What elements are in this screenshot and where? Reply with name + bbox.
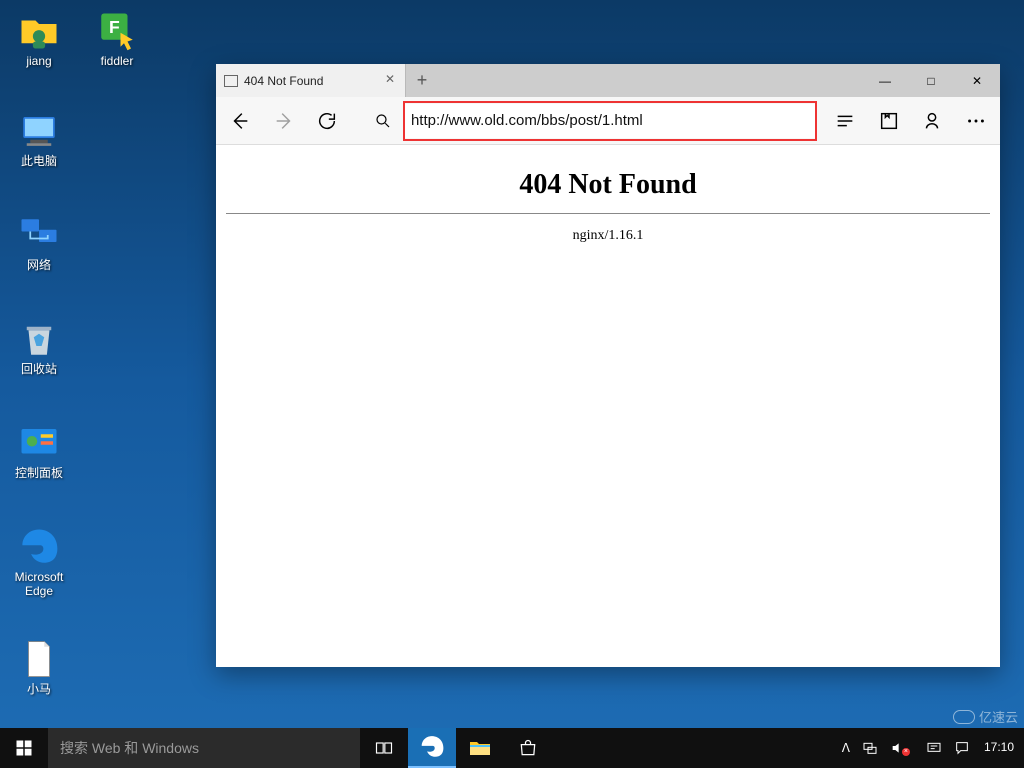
- pc-icon: [18, 110, 60, 152]
- desktop-icon-fiddler[interactable]: F fiddler: [78, 10, 156, 68]
- desktop-icon-this-pc[interactable]: 此电脑: [0, 110, 78, 168]
- desktop-icon-label: 小马: [27, 682, 51, 696]
- forward-button[interactable]: [264, 101, 304, 141]
- page-content: 404 Not Found nginx/1.16.1: [216, 145, 1000, 244]
- tab-bar: 404 Not Found ✕ + — □ ✕: [216, 64, 1000, 97]
- tab-close-button[interactable]: ✕: [383, 73, 397, 87]
- close-button[interactable]: ✕: [954, 64, 1000, 97]
- desktop-icon-label: 此电脑: [21, 154, 57, 168]
- taskbar-search[interactable]: 搜索 Web 和 Windows: [48, 728, 360, 768]
- desktop-icon-label: Microsoft Edge: [15, 570, 64, 599]
- share-button[interactable]: [912, 101, 952, 141]
- control-panel-icon: [18, 422, 60, 464]
- tab-title: 404 Not Found: [244, 74, 323, 88]
- back-button[interactable]: [220, 101, 260, 141]
- reading-list-button[interactable]: [825, 101, 865, 141]
- system-tray: ᐱ × 17:10: [836, 728, 1024, 768]
- svg-text:F: F: [109, 17, 120, 37]
- taskbar: 搜索 Web 和 Windows ᐱ × 17:10: [0, 728, 1024, 768]
- edge-icon: [18, 526, 60, 568]
- network-icon: [18, 214, 60, 256]
- refresh-button[interactable]: [308, 101, 348, 141]
- tray-chevron[interactable]: ᐱ: [836, 728, 856, 768]
- tray-ime-icon[interactable]: [920, 728, 948, 768]
- watermark-text: 亿速云: [979, 707, 1018, 726]
- start-button[interactable]: [0, 728, 48, 768]
- address-bar-highlight: [403, 101, 817, 141]
- toolbar: [216, 97, 1000, 145]
- divider: [226, 213, 990, 214]
- desktop-icon-jiang[interactable]: jiang: [0, 10, 78, 68]
- desktop-icon-control-panel[interactable]: 控制面板: [0, 422, 78, 480]
- taskbar-clock[interactable]: 17:10: [976, 741, 1022, 754]
- desktop-icon-file[interactable]: 小马: [0, 638, 78, 696]
- server-line: nginx/1.16.1: [216, 228, 1000, 244]
- desktop-icon-recycle[interactable]: 回收站: [0, 318, 78, 376]
- user-folder-icon: [18, 10, 60, 52]
- new-tab-button[interactable]: +: [406, 64, 438, 97]
- tray-notifications-icon[interactable]: [948, 728, 976, 768]
- recycle-icon: [18, 318, 60, 360]
- search-placeholder: 搜索 Web 和 Windows: [60, 738, 199, 758]
- watermark: 亿速云: [953, 707, 1018, 726]
- desktop-icon-label: 控制面板: [15, 466, 63, 480]
- clock-time: 17:10: [984, 741, 1014, 754]
- desktop-icon-network[interactable]: 网络: [0, 214, 78, 272]
- desktop-icon-edge[interactable]: Microsoft Edge: [0, 526, 78, 599]
- desktop-icon-label: 网络: [27, 258, 51, 272]
- desktop-icon-label: fiddler: [101, 54, 134, 68]
- maximize-button[interactable]: □: [908, 64, 954, 97]
- address-bar[interactable]: [411, 112, 809, 129]
- browser-window: 404 Not Found ✕ + — □ ✕: [216, 64, 1000, 667]
- page-icon: [224, 75, 238, 87]
- task-view-button[interactable]: [360, 728, 408, 768]
- error-heading: 404 Not Found: [216, 169, 1000, 201]
- taskbar-app-explorer[interactable]: [456, 728, 504, 768]
- more-button[interactable]: [956, 101, 996, 141]
- fiddler-icon: F: [96, 10, 138, 52]
- file-icon: [18, 638, 60, 680]
- desktop-icon-label: jiang: [26, 54, 51, 68]
- cloud-icon: [953, 710, 975, 724]
- window-controls: — □ ✕: [862, 64, 1000, 97]
- taskbar-app-edge[interactable]: [408, 728, 456, 768]
- search-button[interactable]: [367, 104, 399, 138]
- address-bar-wrap: [403, 104, 817, 138]
- tray-volume-icon[interactable]: ×: [884, 728, 920, 768]
- tray-network-icon[interactable]: [856, 728, 884, 768]
- browser-tab[interactable]: 404 Not Found ✕: [216, 64, 406, 97]
- taskbar-app-store[interactable]: [504, 728, 552, 768]
- notes-button[interactable]: [869, 101, 909, 141]
- minimize-button[interactable]: —: [862, 64, 908, 97]
- desktop-icon-label: 回收站: [21, 362, 57, 376]
